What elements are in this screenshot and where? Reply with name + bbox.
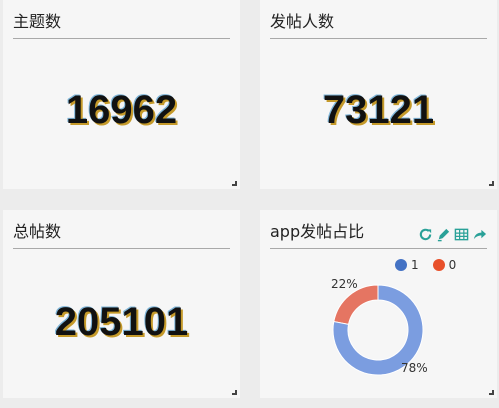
posters-count: 73121 — [322, 88, 435, 132]
panel-title: 主题数 — [13, 10, 230, 39]
posters-panel: 发帖人数 73121 — [260, 0, 497, 189]
donut-chart — [332, 284, 424, 376]
slice-label-1: 78% — [401, 361, 428, 375]
app-ratio-panel: app发帖占比 1 0 22% 78% — [260, 210, 497, 398]
posts-panel: 总帖数 205101 — [3, 210, 240, 398]
resize-handle-icon[interactable] — [489, 390, 494, 395]
resize-handle-icon[interactable] — [232, 181, 237, 186]
posts-count: 205101 — [54, 300, 189, 344]
slice-label-0: 22% — [331, 277, 358, 291]
resize-handle-icon[interactable] — [232, 390, 237, 395]
panel-title: 发帖人数 — [270, 10, 487, 39]
panel-title: 总帖数 — [13, 220, 230, 249]
topics-count: 16962 — [65, 88, 178, 132]
resize-handle-icon[interactable] — [489, 181, 494, 186]
topics-panel: 主题数 16962 — [3, 0, 240, 189]
